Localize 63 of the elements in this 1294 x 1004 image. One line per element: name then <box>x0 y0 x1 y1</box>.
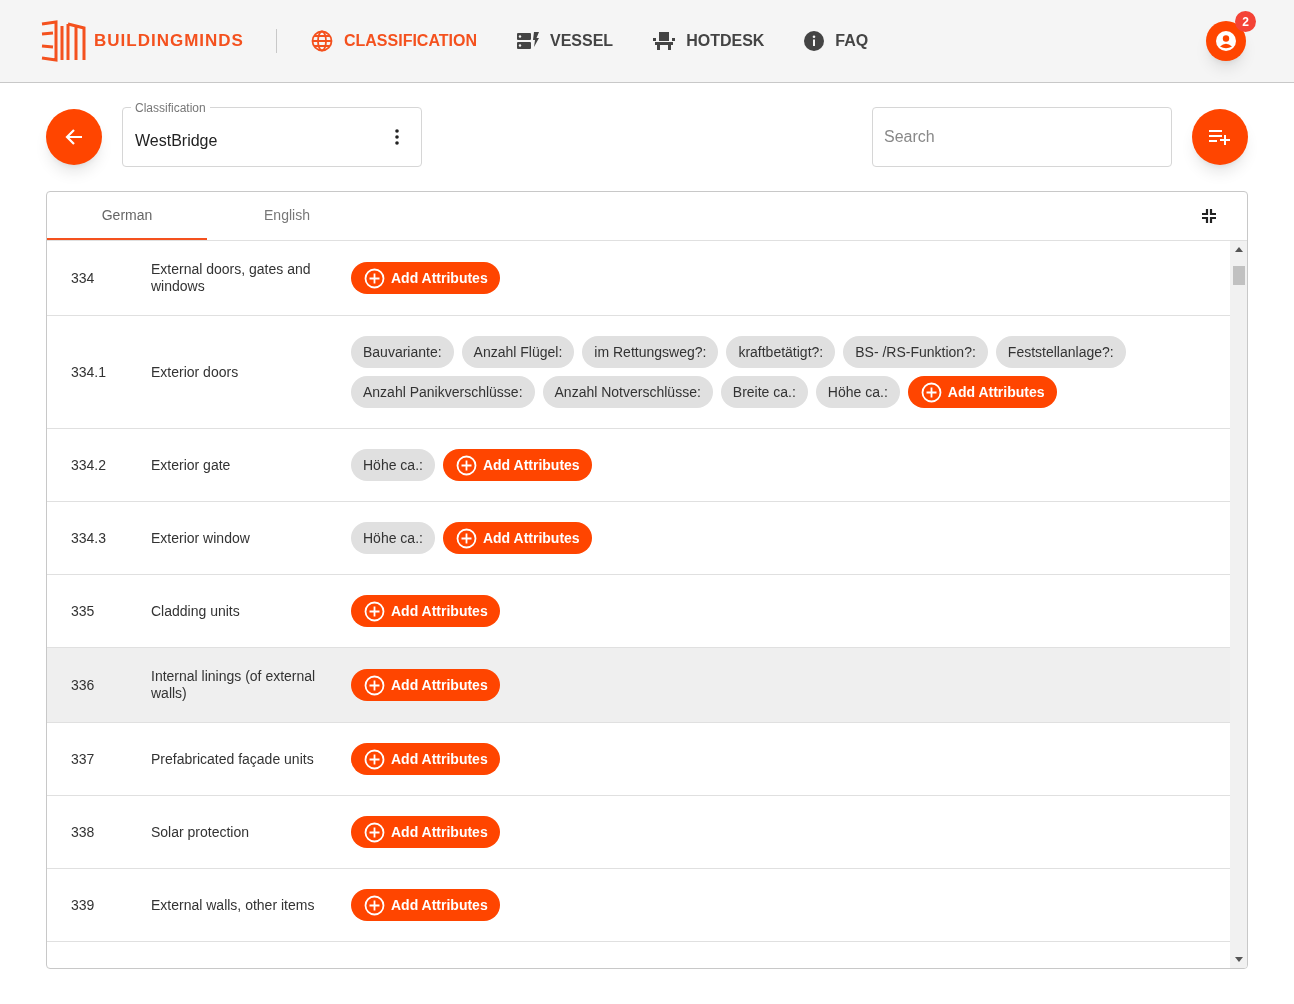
code-cell-text: 334.3 <box>70 528 108 548</box>
name-cell-text: Internal linings (of external walls) <box>151 668 317 702</box>
add-circle-icon <box>364 821 385 843</box>
code-cell-text: 334.2 <box>70 455 108 475</box>
scroll-down-icon[interactable] <box>1234 957 1243 962</box>
name-cell-text: Prefabricated façade units <box>151 750 315 768</box>
code-cell-text: 338 <box>70 822 96 842</box>
code-cell-text: 335 <box>70 601 96 621</box>
add-circle-icon <box>364 674 385 696</box>
scroll-up-icon[interactable] <box>1234 247 1243 252</box>
add-circle-icon <box>920 381 942 403</box>
search-field[interactable]: Search <box>872 107 1172 167</box>
nav-link[interactable]: HOTDESK <box>653 29 765 53</box>
scrollbar-thumb[interactable] <box>1232 266 1245 285</box>
attribute-chip[interactable]: Höhe ca.: <box>351 522 435 554</box>
add-circle-icon <box>364 894 385 916</box>
name-cell-text: Solar protection <box>151 823 251 841</box>
add-circle-icon <box>455 527 477 549</box>
more-options-icon[interactable] <box>395 129 399 145</box>
attribute-chip[interactable]: Anzahl Panikverschlüsse: <box>351 376 535 408</box>
attribute-chip[interactable]: Höhe ca.: <box>351 449 435 481</box>
add-list-button[interactable] <box>1192 109 1248 165</box>
chair-icon <box>653 32 676 50</box>
name-cell-text: Exterior doors <box>151 363 240 381</box>
table-row[interactable]: 336 Internal linings (of external walls) Add Attributes <box>47 648 1230 723</box>
collapse-icon[interactable] <box>1201 208 1217 224</box>
add-circle-icon <box>364 600 385 622</box>
attribute-chip[interactable]: kraftbetätigt?: <box>726 336 836 368</box>
nav-link[interactable]: FAQ <box>804 29 869 53</box>
attribute-chip[interactable]: Bauvariante: <box>351 336 454 368</box>
brand-name: BUILDINGMINDS <box>94 30 244 53</box>
account-icon <box>1214 29 1238 53</box>
name-cell-text: Cladding units <box>151 602 241 620</box>
attribute-chip[interactable]: Breite ca.: <box>720 376 808 408</box>
nav-link[interactable]: VESSEL <box>517 29 614 53</box>
language-tab[interactable]: English <box>207 192 367 240</box>
server-icon <box>517 32 539 50</box>
globe-icon <box>310 30 333 52</box>
name-cell-text: External walls, other items <box>151 896 316 914</box>
name-cell-text: Exterior window <box>151 529 251 547</box>
name-cell-text: Exterior gate <box>151 456 232 474</box>
attribute-chip[interactable]: Anzahl Flügel: <box>461 336 575 368</box>
info-icon <box>804 31 825 51</box>
building-logo-icon <box>40 20 86 62</box>
add-circle-icon <box>455 454 477 476</box>
field-value: WestBridge <box>135 130 219 151</box>
attribute-chip[interactable]: Höhe ca.: <box>815 376 900 408</box>
add-circle-icon <box>364 267 385 289</box>
attribute-chip[interactable]: Anzahl Notverschlüsse: <box>542 376 713 408</box>
back-arrow-icon <box>65 128 83 146</box>
attribute-chip[interactable]: BS- /RS-Funktion?: <box>843 336 988 368</box>
code-cell-text: 339 <box>70 895 96 915</box>
name-cell-text: External doors, gates and windows <box>151 261 312 295</box>
add-circle-icon <box>364 748 385 770</box>
code-cell-text: 337 <box>70 749 96 769</box>
code-cell-text: 334 <box>70 268 96 288</box>
code-cell-text: 336 <box>70 675 96 695</box>
attribute-chip[interactable]: Feststellanlage?: <box>995 336 1126 368</box>
playlist-add-icon <box>1209 129 1231 145</box>
code-cell-text: 334.1 <box>70 362 108 382</box>
attribute-chip[interactable]: im Rettungsweg?: <box>582 336 719 368</box>
notification-badge: 2 <box>1235 11 1256 32</box>
back-button[interactable] <box>46 109 102 165</box>
